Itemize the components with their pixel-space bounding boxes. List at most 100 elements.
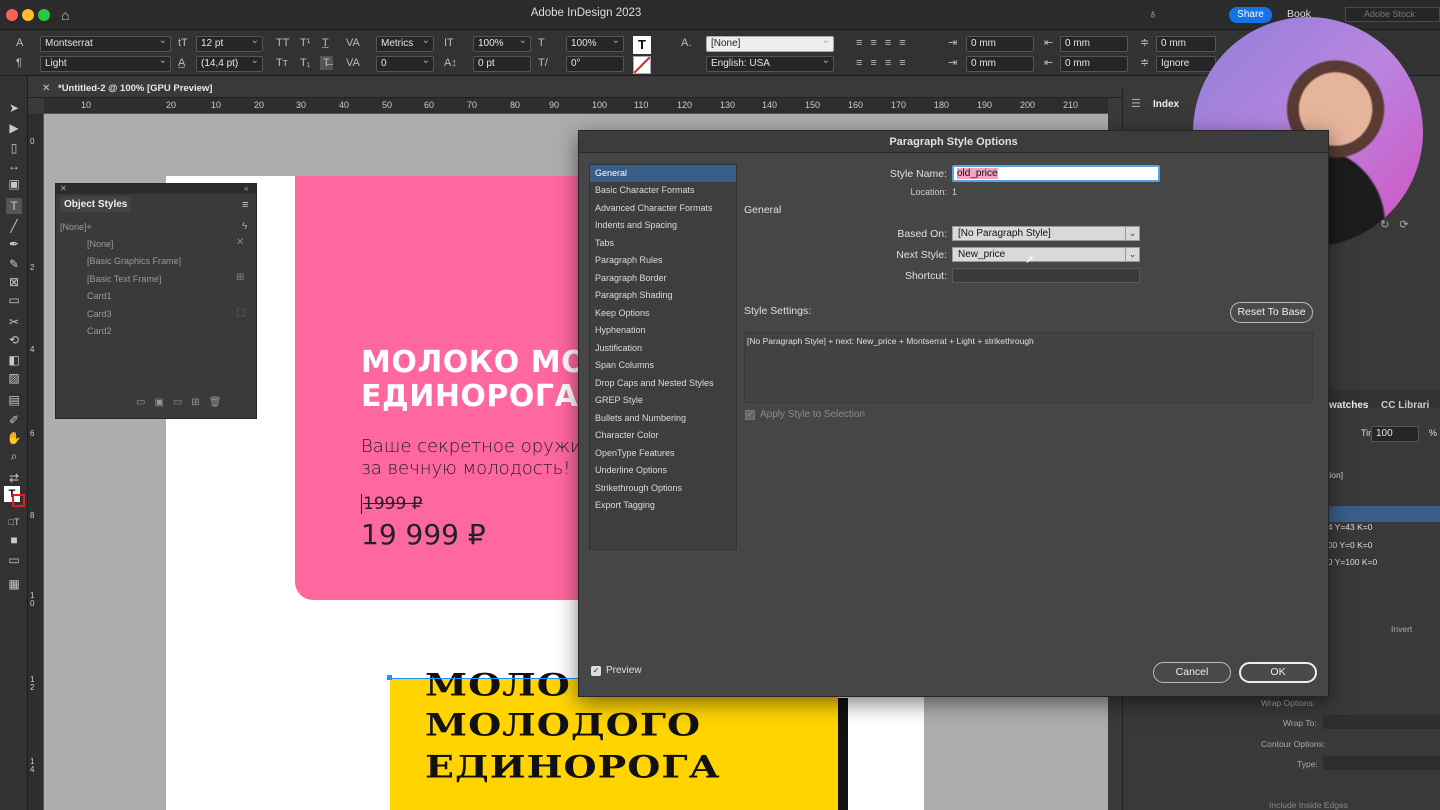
font-family-field[interactable]: Montserrat xyxy=(40,36,171,52)
share-button[interactable]: Share xyxy=(1229,7,1272,23)
underline-icon[interactable]: T̲ xyxy=(322,36,329,50)
lightning-icon[interactable]: ϟ xyxy=(242,221,247,232)
content-collector-icon[interactable]: ▣ xyxy=(6,176,22,192)
apply-style-checkbox[interactable]: ✓ xyxy=(745,410,755,420)
leading-field[interactable]: (14,4 pt) xyxy=(196,56,263,72)
gap-tool-icon[interactable]: ↔ xyxy=(6,158,22,174)
gradient-feather-tool-icon[interactable]: ▨ xyxy=(6,370,22,386)
panel-footer-icons[interactable]: ▭▣▭⊞🗑 xyxy=(136,397,230,408)
style-item[interactable]: Card3 xyxy=(56,306,256,323)
type-tool-icon[interactable]: T xyxy=(6,198,22,214)
card-heading-line1[interactable]: МОЛОКО МОЛ xyxy=(361,345,613,380)
horizontal-scale-field[interactable]: 100% xyxy=(566,36,624,52)
card-subtitle-line1[interactable]: Ваше секретное оружи xyxy=(361,436,582,457)
zoom-tool-icon[interactable]: ⌕ xyxy=(6,448,22,464)
style-item[interactable]: [None]+ xyxy=(56,219,256,236)
document-tab[interactable]: *Untitled-2 @ 100% [GPU Preview] xyxy=(58,83,212,94)
scissors-tool-icon[interactable]: ✂ xyxy=(6,314,22,330)
adobe-stock-search[interactable]: Adobe Stock xyxy=(1345,7,1440,22)
category-item[interactable]: Tabs xyxy=(590,235,736,252)
category-item[interactable]: Underline Options xyxy=(590,462,736,479)
category-item[interactable]: Drop Caps and Nested Styles xyxy=(590,375,736,392)
character-style-field[interactable]: [None] xyxy=(706,36,834,52)
left-indent-field[interactable]: 0 mm xyxy=(966,36,1034,52)
skew-field[interactable]: 0° xyxy=(566,56,624,72)
cancel-button[interactable]: Cancel xyxy=(1153,662,1231,683)
view-mode-icon[interactable]: ▭ xyxy=(6,552,22,568)
selection-handle[interactable] xyxy=(387,675,392,680)
free-transform-tool-icon[interactable]: ⟲ xyxy=(6,332,22,348)
style-name-field[interactable]: old_price xyxy=(952,165,1160,182)
page-tool-icon[interactable]: ▯ xyxy=(6,140,22,156)
panel-grip[interactable] xyxy=(56,184,256,194)
category-item[interactable]: Justification xyxy=(590,340,736,357)
swatch-row[interactable]: 100 Y=0 K=0 xyxy=(1323,540,1372,550)
yellow-heading-line3[interactable]: ЕДИНОРОГА xyxy=(425,749,721,785)
vertical-scale-field[interactable]: 100% xyxy=(473,36,531,52)
contour-type-field[interactable] xyxy=(1323,756,1440,770)
ok-button[interactable]: OK xyxy=(1239,662,1317,683)
category-item[interactable]: Keep Options xyxy=(590,305,736,322)
category-item[interactable]: Paragraph Rules xyxy=(590,252,736,269)
vertical-ruler[interactable]: 0 2 4 6 8 10 12 14 xyxy=(28,114,44,810)
swatch-row[interactable]: tion] xyxy=(1327,470,1343,480)
subscript-icon[interactable]: T₁ xyxy=(300,56,310,70)
shortcut-field[interactable] xyxy=(952,268,1140,283)
category-item[interactable]: Export Tagging xyxy=(590,497,736,514)
language-field[interactable]: English: USA xyxy=(706,56,834,72)
category-item[interactable]: Strikethrough Options xyxy=(590,480,736,497)
object-styles-tab[interactable]: Object Styles xyxy=(60,197,132,212)
chevron-down-icon[interactable]: ⌄ xyxy=(1125,226,1140,241)
swatch-row[interactable]: 10 Y=100 K=0 xyxy=(1323,557,1377,567)
stroke-swatch[interactable] xyxy=(12,494,25,507)
screen-mode-icon[interactable]: ▦ xyxy=(6,576,22,592)
align-buttons-bottom[interactable]: ≡≡≡≡ xyxy=(856,56,914,70)
swatch-row[interactable]: 34 Y=43 K=0 xyxy=(1323,522,1372,532)
card-heading-line2[interactable]: ЕДИНОРОГА xyxy=(361,379,578,414)
style-item[interactable]: [Basic Graphics Frame] xyxy=(56,253,256,270)
font-size-field[interactable]: 12 pt xyxy=(196,36,263,52)
style-item[interactable]: [None] xyxy=(56,236,256,253)
category-item[interactable]: Hyphenation xyxy=(590,322,736,339)
line-tool-icon[interactable]: ╱ xyxy=(6,218,22,234)
category-item[interactable]: Indents and Spacing xyxy=(590,217,736,234)
strikethrough-icon[interactable]: T̶ xyxy=(320,56,333,70)
next-style-select[interactable]: New_price xyxy=(952,247,1140,262)
category-general[interactable]: General xyxy=(590,165,736,182)
based-on-select[interactable]: [No Paragraph Style] xyxy=(952,226,1140,241)
baseline-shift-field[interactable]: 0 pt xyxy=(473,56,531,72)
last-line-indent-field[interactable]: 0 mm xyxy=(1060,56,1128,72)
selection-tool-icon[interactable]: ➤ xyxy=(6,100,22,116)
superscript-icon[interactable]: T¹ xyxy=(300,36,310,50)
category-item[interactable]: Advanced Character Formats xyxy=(590,200,736,217)
note-tool-icon[interactable]: ▤ xyxy=(6,392,22,408)
tint-field[interactable]: 100 xyxy=(1371,426,1419,442)
category-item[interactable]: Bullets and Numbering xyxy=(590,410,736,427)
card-subtitle-line2[interactable]: за вечную молодость! xyxy=(361,458,570,479)
text-stroke-swatch[interactable] xyxy=(633,56,651,74)
style-item[interactable]: Card2 xyxy=(56,323,256,340)
category-item[interactable]: Span Columns xyxy=(590,357,736,374)
cc-libraries-tab[interactable]: CC Librari xyxy=(1381,400,1429,411)
text-fill-swatch[interactable]: T xyxy=(633,36,651,54)
paragraph-mode-icon[interactable]: ¶ xyxy=(16,56,22,70)
pen-tool-icon[interactable]: ✒ xyxy=(6,236,22,252)
wrap-to-field[interactable] xyxy=(1323,715,1440,729)
preview-checkbox[interactable]: ✓ xyxy=(591,666,601,676)
collapse-panel-icon[interactable]: « xyxy=(244,184,248,194)
include-inside-edges-label[interactable]: Include Inside Edges xyxy=(1269,800,1348,810)
category-item[interactable]: Basic Character Formats xyxy=(590,182,736,199)
panel-menu-icon[interactable]: ≡ xyxy=(242,199,248,211)
index-panel-tab[interactable]: Index xyxy=(1153,99,1179,110)
gradient-tool-icon[interactable]: ◧ xyxy=(6,352,22,368)
tracking-field[interactable]: 0 xyxy=(376,56,434,72)
swatches-tab[interactable]: watches xyxy=(1329,400,1368,411)
align-to-grid-field[interactable]: Ignore xyxy=(1156,56,1216,72)
rectangle-tool-icon[interactable]: ▭ xyxy=(6,292,22,308)
horizontal-ruler[interactable]: 10 20 10 20 30 40 50 60 70 80 90 100 110… xyxy=(44,98,1108,114)
lightbulb-icon[interactable]: ♁ xyxy=(1148,6,1158,21)
character-mode-icon[interactable]: A xyxy=(16,36,23,50)
eyedropper-tool-icon[interactable]: ✐ xyxy=(6,412,22,428)
small-caps-icon[interactable]: Tᴛ xyxy=(276,56,288,70)
formatting-affects-text-icon[interactable]: □T xyxy=(6,514,22,530)
